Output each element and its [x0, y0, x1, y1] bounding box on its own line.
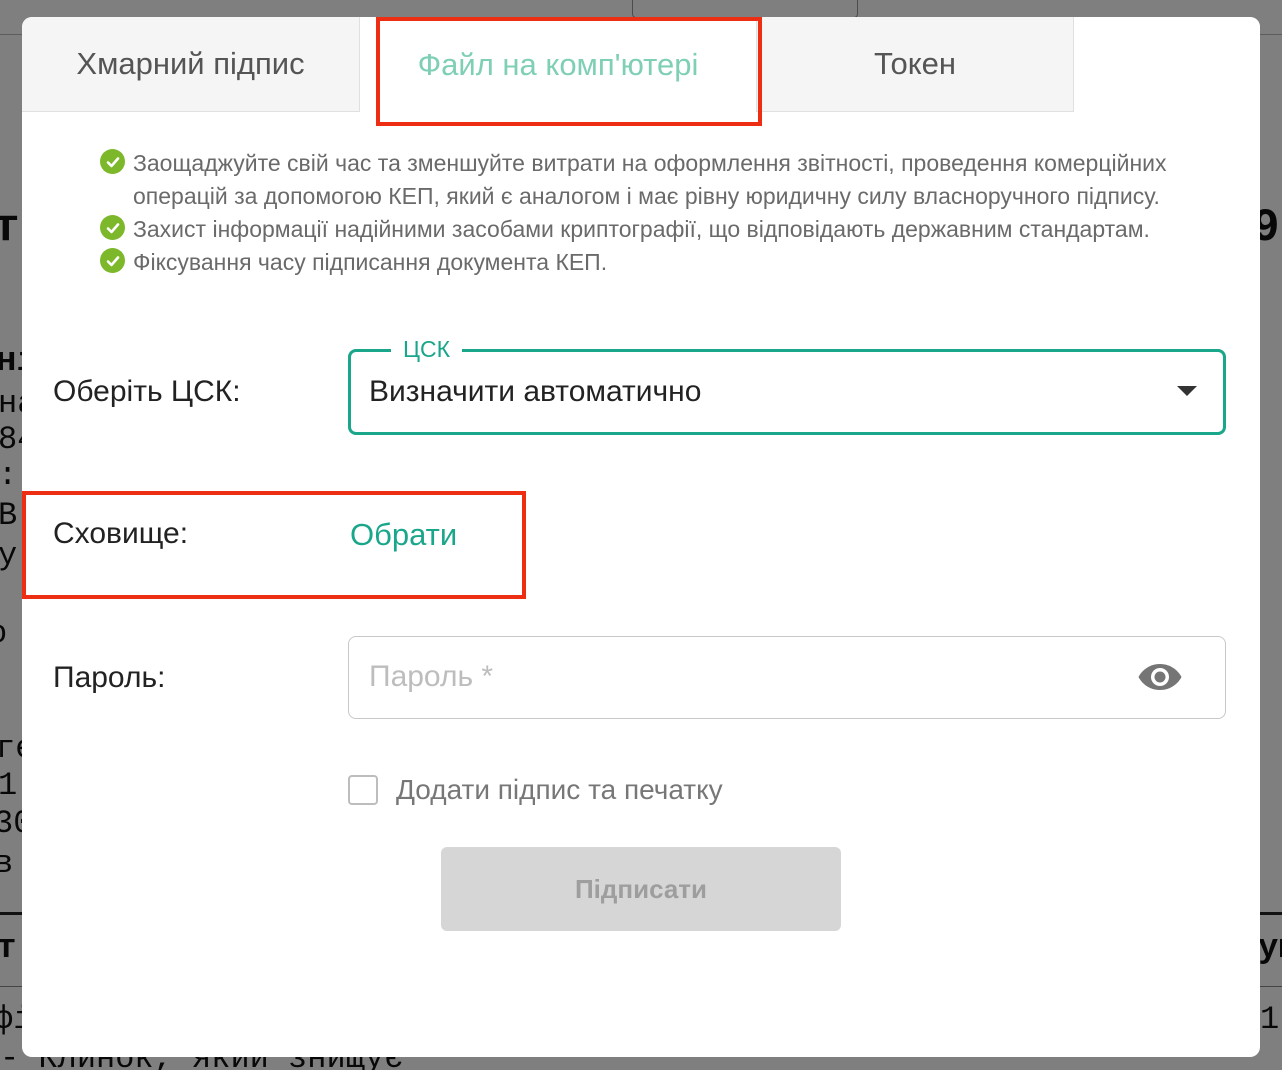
dropdown-arrow-icon: [1177, 386, 1197, 396]
csk-select[interactable]: ЦСК Визначити автоматично: [348, 334, 1226, 435]
tab-token[interactable]: Токен: [756, 17, 1074, 112]
add-signature-option: Додати підпис та печатку: [348, 774, 723, 806]
signature-dialog: Хмарний підпис Файл на комп'ютері Токен …: [22, 17, 1260, 1057]
highlight-box-storage: [22, 491, 526, 599]
check-circle-icon: [100, 149, 125, 174]
benefit-text: Фіксування часу підписання документа КЕП…: [133, 249, 608, 275]
password-label: Пароль:: [53, 661, 166, 694]
benefit-item: Заощаджуйте свій час та зменшуйте витрат…: [100, 147, 1250, 213]
benefit-text: Захист інформації надійними засобами кри…: [133, 216, 1150, 242]
check-circle-icon: [100, 248, 125, 273]
csk-select-legend: ЦСК: [391, 334, 463, 364]
check-circle-icon: [100, 215, 125, 240]
benefit-item: Захист інформації надійними засобами кри…: [100, 213, 1250, 246]
highlight-box-tab: [376, 17, 762, 126]
password-field: [348, 636, 1226, 719]
eye-icon[interactable]: [1137, 661, 1183, 693]
benefit-text: Заощаджуйте свій час та зменшуйте витрат…: [133, 150, 1167, 209]
sign-button[interactable]: Підписати: [441, 847, 841, 931]
password-input[interactable]: [349, 637, 1129, 717]
csk-select-value: Визначити автоматично: [369, 375, 702, 408]
tabs-filler: [1074, 17, 1260, 112]
benefit-item: Фіксування часу підписання документа КЕП…: [100, 246, 1250, 279]
add-signature-checkbox[interactable]: [348, 775, 378, 805]
csk-label: Оберіть ЦСК:: [53, 375, 241, 408]
tab-cloud-signature[interactable]: Хмарний підпис: [22, 17, 360, 112]
benefits-list: Заощаджуйте свій час та зменшуйте витрат…: [100, 147, 1250, 279]
add-signature-label[interactable]: Додати підпис та печатку: [396, 774, 723, 806]
